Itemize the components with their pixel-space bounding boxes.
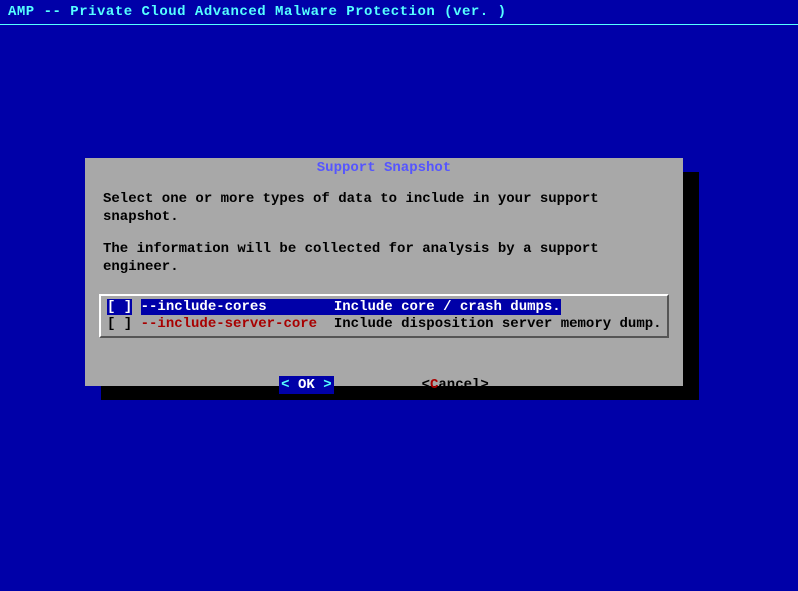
button-row: < OK > <Cancel> bbox=[85, 376, 683, 394]
option-flag: --include-server-core bbox=[141, 316, 317, 332]
options-list: [ ] --include-cores Include core / crash… bbox=[99, 294, 669, 338]
ok-button-label: OK bbox=[290, 377, 324, 393]
window-title-bar: AMP -- Private Cloud Advanced Malware Pr… bbox=[0, 0, 798, 25]
instruction-line-1: Select one or more types of data to incl… bbox=[103, 190, 665, 226]
dialog-container: Support Snapshot Select one or more type… bbox=[85, 158, 683, 386]
option-include-cores[interactable]: [ ] --include-cores Include core / crash… bbox=[107, 299, 661, 316]
chevron-left-icon: < bbox=[281, 377, 289, 393]
cancel-button[interactable]: <Cancel> bbox=[422, 376, 489, 394]
option-include-server-core[interactable]: [ ] --include-server-core Include dispos… bbox=[107, 316, 661, 333]
option-desc: Include core / crash dumps. bbox=[334, 299, 561, 315]
checkbox-icon[interactable]: [ ] bbox=[107, 316, 132, 332]
option-desc: Include disposition server memory dump. bbox=[334, 316, 662, 332]
instruction-line-2: The information will be collected for an… bbox=[103, 240, 665, 276]
ok-button[interactable]: < OK > bbox=[279, 376, 333, 394]
dialog-body: Select one or more types of data to incl… bbox=[85, 176, 683, 276]
dialog-title: Support Snapshot bbox=[85, 158, 683, 176]
support-snapshot-dialog: Support Snapshot Select one or more type… bbox=[85, 158, 683, 386]
window-title: AMP -- Private Cloud Advanced Malware Pr… bbox=[8, 4, 506, 20]
checkbox-icon[interactable]: [ ] bbox=[107, 299, 132, 315]
chevron-right-icon: > bbox=[323, 377, 331, 393]
spacer bbox=[103, 226, 665, 240]
option-flag: --include-cores bbox=[141, 299, 317, 315]
cancel-button-label: ancel> bbox=[438, 377, 488, 393]
